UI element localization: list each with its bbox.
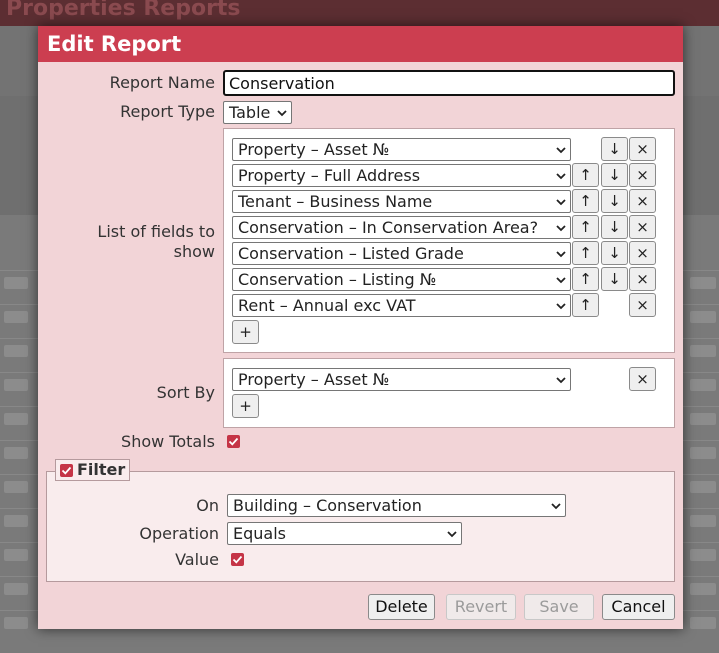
chevron-down-icon (556, 377, 566, 384)
field-select[interactable]: Conservation – Listed Grade (232, 242, 571, 265)
filter-value-label: Value (175, 550, 219, 569)
chevron-down-icon (556, 225, 566, 232)
field-select-value: Conservation – Listing № (238, 270, 437, 289)
report-name-input[interactable] (223, 70, 675, 96)
delete-button[interactable]: Delete (368, 594, 435, 620)
sort-by-select[interactable]: Property – Asset № (232, 368, 571, 391)
remove-field-button[interactable]: × (629, 241, 656, 265)
field-select[interactable]: Conservation – In Conservation Area? (232, 216, 571, 239)
move-down-button[interactable]: ↓ (601, 241, 628, 265)
filter-legend: Filter (55, 459, 131, 481)
move-down-button[interactable]: ↓ (601, 189, 628, 213)
remove-field-button[interactable]: × (629, 215, 656, 239)
move-up-button[interactable]: ↑ (572, 163, 599, 187)
check-icon (61, 466, 72, 475)
chevron-down-icon (556, 199, 566, 206)
add-sort-button[interactable]: + (232, 394, 259, 418)
report-type-value: Table (229, 103, 271, 122)
remove-field-button[interactable]: × (629, 293, 656, 317)
filter-enabled-checkbox[interactable] (60, 464, 73, 477)
chevron-down-icon (277, 110, 287, 117)
move-down-button[interactable]: ↓ (601, 267, 628, 291)
filter-on-select[interactable]: Building – Conservation (227, 494, 566, 517)
field-select-value: Conservation – In Conservation Area? (238, 218, 539, 237)
field-select-value: Tenant – Business Name (238, 192, 433, 211)
chevron-down-icon (556, 277, 566, 284)
filter-operation-label: Operation (139, 524, 219, 543)
check-icon (232, 555, 243, 564)
remove-field-button[interactable]: × (629, 137, 656, 161)
field-select[interactable]: Tenant – Business Name (232, 190, 571, 213)
field-select-value: Rent – Annual exc VAT (238, 296, 416, 315)
remove-field-button[interactable]: × (629, 189, 656, 213)
field-select[interactable]: Property – Asset № (232, 138, 571, 161)
sort-by-value: Property – Asset № (238, 370, 390, 389)
dialog-title: Edit Report (38, 26, 683, 62)
report-type-select[interactable]: Table (223, 101, 292, 124)
move-up-button[interactable]: ↑ (572, 293, 599, 317)
chevron-down-icon (556, 303, 566, 310)
chevron-down-icon (556, 173, 566, 180)
remove-sort-button[interactable]: × (629, 367, 656, 391)
move-up-button[interactable]: ↑ (572, 189, 599, 213)
filter-on-value: Building – Conservation (233, 496, 422, 515)
chevron-down-icon (447, 531, 457, 538)
revert-button[interactable]: Revert (446, 594, 516, 620)
edit-report-dialog: Edit Report Report Name Report Type Tabl… (38, 26, 683, 629)
filter-operation-value: Equals (233, 524, 286, 543)
filter-value-checkbox[interactable] (231, 553, 244, 566)
field-select-value: Property – Asset № (238, 140, 390, 159)
background-header: Properties Reports (0, 0, 719, 26)
field-select-value: Property – Full Address (238, 166, 421, 185)
move-down-button[interactable]: ↓ (601, 163, 628, 187)
save-button[interactable]: Save (524, 594, 594, 620)
add-field-button[interactable]: + (232, 320, 259, 344)
move-up-button[interactable]: ↑ (572, 215, 599, 239)
show-totals-label: Show Totals (121, 432, 215, 451)
report-type-label: Report Type (120, 102, 215, 121)
move-up-button[interactable]: ↑ (572, 267, 599, 291)
chevron-down-icon (556, 147, 566, 154)
field-select-value: Conservation – Listed Grade (238, 244, 464, 263)
check-icon (228, 437, 239, 446)
chevron-down-icon (556, 251, 566, 258)
chevron-down-icon (551, 503, 561, 510)
filter-legend-label: Filter (77, 460, 126, 479)
report-name-label: Report Name (109, 73, 215, 92)
show-totals-checkbox[interactable] (227, 435, 240, 448)
cancel-button[interactable]: Cancel (602, 594, 675, 620)
move-up-button[interactable]: ↑ (572, 241, 599, 265)
move-down-button[interactable]: ↓ (601, 137, 628, 161)
field-select[interactable]: Conservation – Listing № (232, 268, 571, 291)
background-title: Properties Reports (6, 0, 241, 21)
fields-label: List of fields to show (97, 222, 215, 261)
sort-by-label: Sort By (156, 383, 215, 402)
filter-on-label: On (196, 496, 219, 515)
remove-field-button[interactable]: × (629, 267, 656, 291)
filter-operation-select[interactable]: Equals (227, 522, 462, 545)
move-down-button[interactable]: ↓ (601, 215, 628, 239)
field-select[interactable]: Property – Full Address (232, 164, 571, 187)
field-select[interactable]: Rent – Annual exc VAT (232, 294, 571, 317)
remove-field-button[interactable]: × (629, 163, 656, 187)
